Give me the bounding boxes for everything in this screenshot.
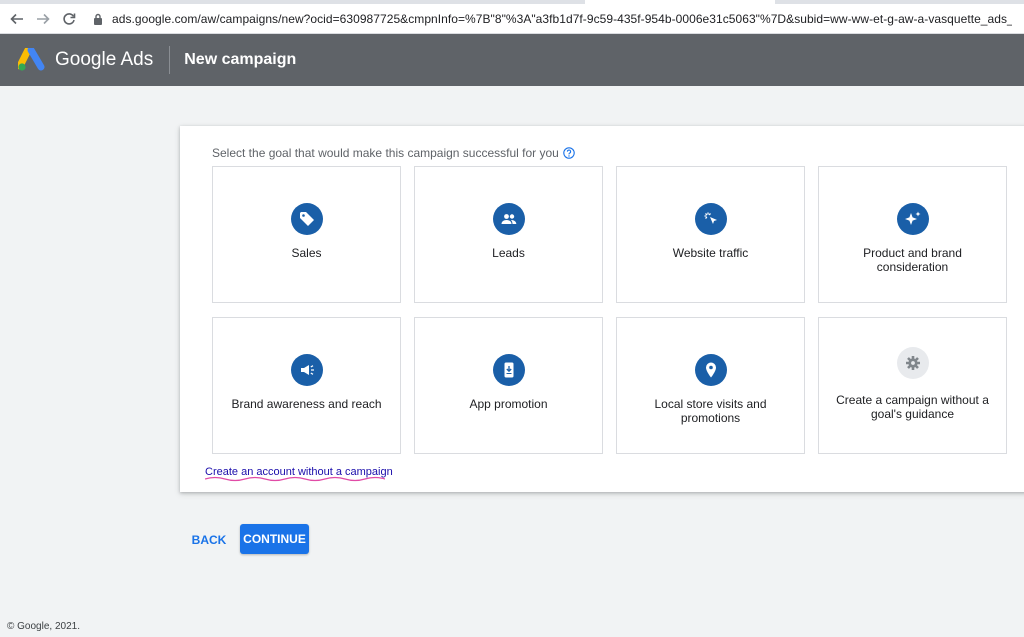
- brand-name[interactable]: Google Ads: [55, 49, 153, 71]
- sparkle-icon: [896, 203, 929, 235]
- location-pin-icon: [694, 354, 727, 386]
- tag-icon: [290, 203, 323, 235]
- google-ads-logo-icon[interactable]: [18, 48, 46, 72]
- goal-card-local-store-visits[interactable]: Local store visits and promotions: [616, 317, 805, 454]
- megaphone-icon: [290, 354, 323, 386]
- phone-download-icon: [492, 354, 525, 386]
- browser-address-bar: ads.google.com/aw/campaigns/new?ocid=630…: [0, 4, 1024, 34]
- cursor-click-icon: [694, 203, 727, 235]
- goal-label: Leads: [492, 246, 525, 260]
- reload-icon[interactable]: [56, 6, 82, 32]
- continue-button[interactable]: CONTINUE: [240, 524, 309, 554]
- forward-arrow-icon[interactable]: [30, 6, 56, 32]
- people-icon: [492, 203, 525, 235]
- goal-card-brand-consideration[interactable]: Product and brand consideration: [818, 166, 1007, 303]
- goal-label: Sales: [291, 246, 322, 260]
- goal-card-brand-awareness[interactable]: Brand awareness and reach: [212, 317, 401, 454]
- goal-card-app-promotion[interactable]: App promotion: [414, 317, 603, 454]
- goal-label: Website traffic: [672, 246, 749, 260]
- spellcheck-underline: [205, 476, 385, 482]
- copyright-footer: © Google, 2021.: [7, 621, 80, 632]
- goal-label: Brand awareness and reach: [231, 397, 382, 411]
- help-icon[interactable]: [563, 147, 575, 159]
- goal-label: Create a campaign without a goal's guida…: [836, 393, 989, 421]
- back-arrow-icon[interactable]: [4, 6, 30, 32]
- gear-icon: [896, 347, 929, 379]
- back-button[interactable]: BACK: [188, 527, 230, 553]
- goal-label: App promotion: [469, 397, 548, 411]
- goal-card-leads[interactable]: Leads: [414, 166, 603, 303]
- goal-label: Local store visits and promotions: [654, 397, 767, 425]
- goal-prompt: Select the goal that would make this cam…: [212, 146, 575, 160]
- goal-selection-card: Select the goal that would make this cam…: [180, 126, 1024, 492]
- lock-icon[interactable]: [92, 12, 104, 26]
- header-divider: [169, 46, 171, 74]
- goal-label: Product and brand consideration: [863, 246, 962, 274]
- goal-card-website-traffic[interactable]: Website traffic: [616, 166, 805, 303]
- goal-prompt-text: Select the goal that would make this cam…: [212, 146, 559, 160]
- goal-card-no-goal-guidance[interactable]: Create a campaign without a goal's guida…: [818, 317, 1007, 454]
- page-title: New campaign: [184, 51, 297, 68]
- goal-card-sales[interactable]: Sales: [212, 166, 401, 303]
- app-header: Google Ads New campaign: [0, 34, 1024, 86]
- url-field[interactable]: ads.google.com/aw/campaigns/new?ocid=630…: [112, 12, 1012, 26]
